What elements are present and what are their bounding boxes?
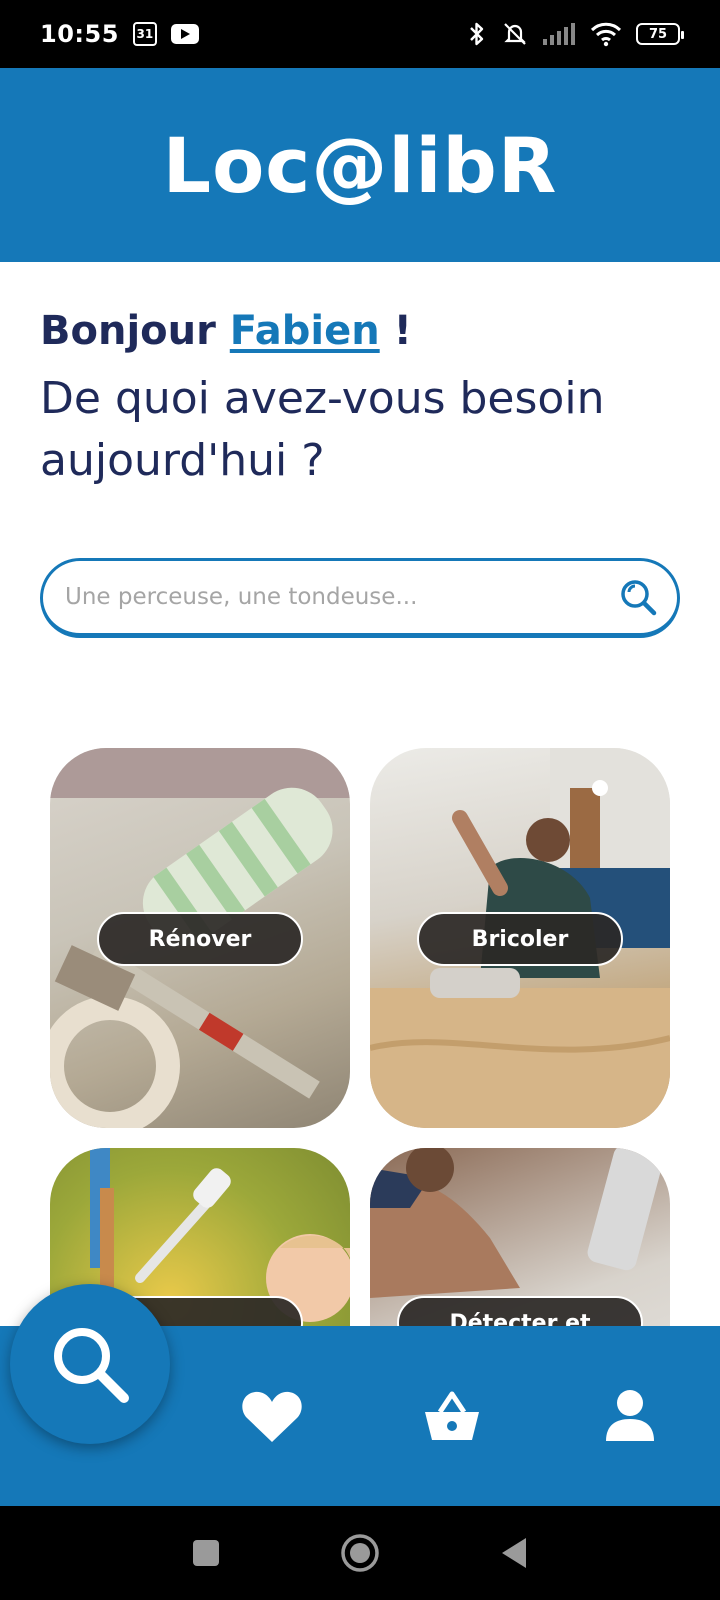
app-screen: 10:55 31 75 Loc@libR Bonjour Fabien ! De… [0,0,720,1600]
calendar-icon: 31 [132,22,157,46]
nav-basket[interactable] [412,1376,492,1456]
back-button[interactable] [492,1531,536,1575]
greeting: Bonjour Fabien ! De quoi avez-vous besoi… [40,308,680,492]
wifi-icon [590,22,622,47]
app-logo: Loc@libR [162,120,558,210]
fab-search-button[interactable] [10,1284,170,1444]
heart-icon [242,1391,302,1442]
category-label: Détecter et [397,1296,643,1326]
search-icon [54,1328,129,1403]
circle-icon [341,1534,379,1572]
search-input[interactable] [65,584,617,610]
status-right: 75 [466,21,684,47]
bluetooth-icon [470,22,484,46]
app-header: Loc@libR [0,68,720,262]
search-box [40,558,680,638]
hello-text: Bonjour [40,308,216,354]
hello-line: Bonjour Fabien ! [40,308,680,354]
system-nav-bar [0,1506,720,1600]
category-card-renover[interactable]: Rénover [50,748,350,1128]
category-label: Bricoler [417,912,623,966]
question-text: De quoi avez-vous besoin aujourd'hui ? [40,373,605,486]
basket-icon [425,1391,479,1440]
triangle-back-icon [502,1538,526,1568]
bell-muted-icon [504,23,526,45]
category-card-bricoler[interactable]: Bricoler [370,748,670,1128]
status-time: 10:55 [40,20,119,48]
category-card-detecter[interactable]: Détecter et [370,1148,670,1326]
hello-exclaim: ! [393,308,412,354]
nav-favorites[interactable] [232,1376,312,1456]
user-icon [606,1390,654,1441]
signal-icon [543,23,575,45]
search-icon [621,580,657,616]
home-button[interactable] [338,1531,382,1575]
user-name-link[interactable]: Fabien [230,308,380,354]
battery-indicator: 75 [636,23,684,45]
recents-button[interactable] [184,1531,228,1575]
category-label: Rénover [97,912,303,966]
nav-profile[interactable] [590,1376,670,1456]
category-grid: Rénover Bricoler Détecter et [50,748,670,1326]
search-button[interactable] [617,576,659,618]
status-bar: 10:55 31 75 [0,0,720,68]
square-icon [193,1540,219,1566]
youtube-icon [170,24,199,44]
status-left: 10:55 31 [40,20,199,48]
